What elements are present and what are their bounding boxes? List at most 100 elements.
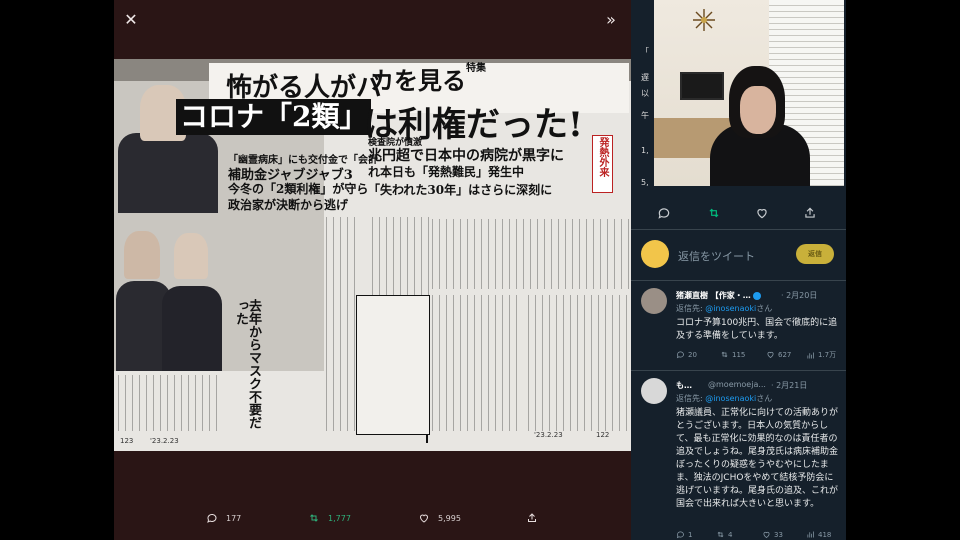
tweet-actions bbox=[631, 200, 846, 224]
tweet-date: · 2月21日 bbox=[771, 381, 808, 390]
reply-to-line: 返信先: @inosenaokiさん bbox=[676, 303, 772, 314]
author-name-text: 猪瀬直樹 【作家・… bbox=[676, 291, 751, 300]
verified-badge-icon bbox=[752, 291, 761, 300]
text-column bbox=[118, 375, 222, 431]
reply-icon bbox=[207, 513, 217, 523]
strip-text: 遅 bbox=[641, 73, 649, 82]
reply-icon[interactable] bbox=[657, 206, 671, 220]
screen: ✕ » 怖がる人がバ カを見る 特集 コロナ「2類」 は利権だった! 「幽霊病床… bbox=[0, 0, 960, 540]
avatar bbox=[641, 288, 667, 314]
reply-button[interactable]: 返信 bbox=[796, 244, 834, 264]
bar-chart-icon bbox=[807, 352, 814, 358]
tweet-stats: 20 115 627 1.7万 bbox=[676, 350, 841, 362]
reply-stat[interactable]: 1 bbox=[676, 530, 692, 539]
strip-text: 以 bbox=[641, 89, 649, 98]
share-action[interactable] bbox=[526, 512, 538, 524]
tweet-handle: @moemoeja... bbox=[708, 380, 766, 389]
reply-icon bbox=[676, 351, 684, 359]
text-column bbox=[326, 217, 356, 431]
view-count: 1.7万 bbox=[818, 351, 837, 359]
divider bbox=[631, 280, 846, 281]
monitor bbox=[680, 72, 724, 100]
reply-icon bbox=[676, 531, 684, 539]
reply-to-suffix: さん bbox=[756, 394, 773, 403]
clipped-tweet-strip: 「 遅 以 午 1, 5, bbox=[631, 0, 654, 187]
reply-to-prefix: 返信先: bbox=[676, 394, 703, 403]
media-viewer: ✕ » 怖がる人がバ カを見る 特集 コロナ「2類」 は利権だった! 「幽霊病床… bbox=[114, 0, 631, 540]
left-pillarbox bbox=[0, 0, 114, 540]
tweet-author-name: も… bbox=[676, 381, 692, 390]
text-column bbox=[432, 295, 522, 431]
share-icon bbox=[528, 513, 536, 522]
heart-icon bbox=[767, 351, 774, 358]
vertical-title: 去年からマスク不要だった bbox=[233, 299, 261, 429]
views-stat[interactable]: 1.7万 bbox=[806, 350, 836, 360]
red-label-box: 発熱外来 bbox=[592, 135, 613, 193]
tweet-text: コロナ予算100兆円、国会で徹底的に追及する準備をしています。 bbox=[676, 318, 838, 341]
headline-top-2: カを見る bbox=[370, 66, 466, 95]
reply-action[interactable]: 177 bbox=[206, 512, 241, 524]
retweet-count: 4 bbox=[728, 530, 733, 539]
retweet-icon bbox=[721, 351, 728, 358]
streamer-face bbox=[740, 86, 776, 134]
retweet-icon[interactable] bbox=[707, 206, 721, 220]
strip-text: 5, bbox=[641, 178, 649, 187]
tweet-text: 猪瀬議員、正常化に向けての活動ありがとうございます。日本人の気質からして、最も正… bbox=[676, 408, 839, 509]
strip-text: 1, bbox=[641, 146, 649, 155]
strip-text: 午 bbox=[641, 111, 649, 120]
text-column bbox=[432, 219, 630, 289]
reply-count: 20 bbox=[688, 350, 697, 359]
reply-composer: 返信をツイート 返信 bbox=[631, 232, 846, 280]
reply-to-prefix: 返信先: bbox=[676, 304, 703, 313]
like-stat[interactable]: 627 bbox=[766, 350, 791, 359]
heart-icon[interactable] bbox=[755, 206, 769, 220]
reply-to-handle[interactable]: @inosenaoki bbox=[705, 304, 756, 313]
right-pillarbox bbox=[846, 0, 960, 540]
retweet-action[interactable]: 1,777 bbox=[308, 512, 351, 524]
like-count: 627 bbox=[778, 350, 792, 359]
retweet-count: 115 bbox=[732, 350, 746, 359]
reply-count: 1 bbox=[688, 530, 693, 539]
like-action[interactable]: 5,995 bbox=[418, 512, 461, 524]
like-count: 33 bbox=[774, 530, 783, 539]
retweet-icon bbox=[310, 514, 318, 522]
tweet[interactable]: も… @moemoeja... · 2月21日 返信先: @inosenaoki… bbox=[631, 374, 846, 540]
double-chevron-right-icon[interactable]: » bbox=[596, 4, 626, 34]
retweet-stat[interactable]: 4 bbox=[716, 530, 732, 539]
right-line-3: れ本日も「発熱難民」発生中 bbox=[368, 165, 525, 179]
retweet-count: 1,777 bbox=[328, 513, 351, 523]
text-column bbox=[528, 295, 628, 431]
tweet-author-name: 猪瀬直樹 【作家・… bbox=[676, 290, 761, 301]
close-icon[interactable]: ✕ bbox=[116, 4, 146, 34]
divider bbox=[631, 370, 846, 371]
like-stat[interactable]: 33 bbox=[762, 530, 783, 539]
page-number-left: 123 bbox=[120, 437, 134, 445]
tweet-stats: 1 4 33 418 bbox=[676, 530, 841, 540]
avatar bbox=[641, 378, 667, 404]
retweet-stat[interactable]: 115 bbox=[720, 350, 745, 359]
page-date-left: '23.2.23 bbox=[150, 437, 179, 445]
page-number-right: 122 bbox=[596, 431, 610, 439]
magazine-spread-image: 怖がる人がバ カを見る 特集 コロナ「2類」 は利権だった! 「幽霊病床」にも交… bbox=[114, 59, 631, 451]
reply-input[interactable]: 返信をツイート bbox=[678, 248, 755, 264]
viewer-action-bar: 177 1,777 5,995 bbox=[114, 512, 631, 536]
reply-to-handle[interactable]: @inosenaoki bbox=[705, 394, 756, 403]
views-stat[interactable]: 418 bbox=[806, 530, 831, 539]
right-line-4: 「失われた30年」はさらに深刻に bbox=[368, 183, 553, 197]
retweet-icon bbox=[717, 531, 724, 538]
right-line-2: 兆円超で日本中の病院が黒字に bbox=[368, 148, 564, 164]
sunburst-clock-icon bbox=[693, 9, 715, 31]
reply-to-suffix: さん bbox=[756, 304, 773, 313]
strip-text: 「 bbox=[641, 47, 649, 56]
sub-line-4: 政治家が決断から逃げ bbox=[228, 198, 349, 212]
share-icon[interactable] bbox=[803, 206, 817, 220]
webcam-overlay bbox=[654, 0, 844, 186]
divider bbox=[631, 229, 846, 230]
page-date-right: '23.2.23 bbox=[534, 431, 563, 439]
bar-chart-icon bbox=[807, 531, 814, 538]
headline-main: コロナ「2類」 bbox=[176, 99, 372, 135]
tweet-date: · 2月20日 bbox=[781, 291, 818, 300]
tweet-thread-panel: 「 遅 以 午 1, 5, 返信をツイート 返信 猪瀬直樹 【作家・… · 2月… bbox=[631, 0, 846, 540]
reply-stat[interactable]: 20 bbox=[676, 350, 697, 359]
tweet[interactable]: 猪瀬直樹 【作家・… · 2月20日 返信先: @inosenaokiさん コロ… bbox=[631, 284, 846, 368]
